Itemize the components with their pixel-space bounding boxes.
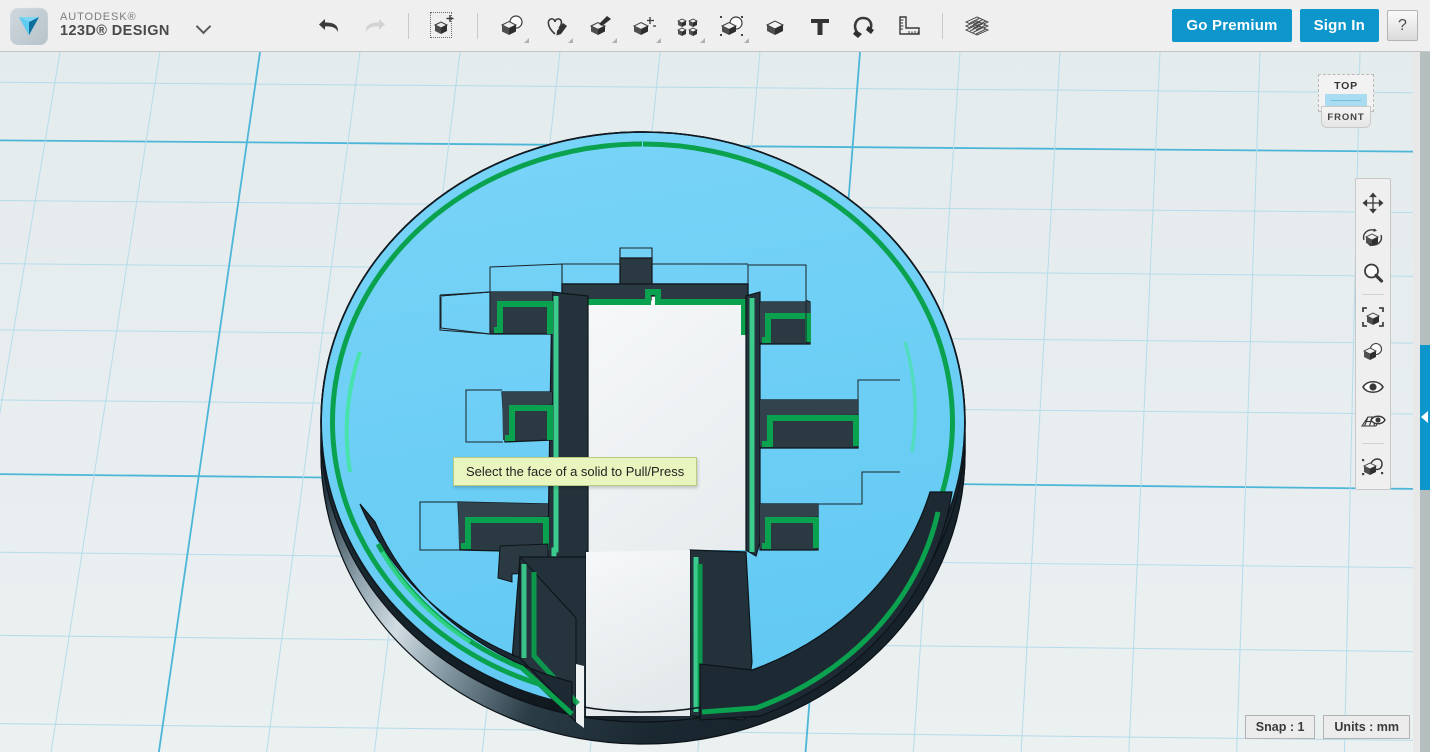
material-stack-icon [962, 13, 992, 39]
pattern-button[interactable] [669, 6, 707, 46]
top-toolbar: AUTODESK® 123D® DESIGN [0, 0, 1430, 52]
fit-to-view-icon [1361, 306, 1385, 328]
primitives-button[interactable] [493, 6, 531, 46]
brand-area: AUTODESK® 123D® DESIGN [0, 7, 212, 45]
transform-cube-icon [429, 13, 457, 39]
text-button[interactable] [801, 6, 839, 46]
dropdown-caret-icon [656, 38, 661, 43]
toolbar-separator [942, 13, 943, 39]
dropdown-caret-icon [524, 38, 529, 43]
snap-setting[interactable]: Snap : 1 [1245, 715, 1316, 739]
undo-arrow-icon [317, 15, 343, 37]
measure-solid-button[interactable] [757, 6, 795, 46]
eye-visibility-icon [1361, 378, 1385, 396]
redo-arrow-icon [361, 15, 387, 37]
ruler-measure-icon [894, 13, 922, 39]
rail-divider [1362, 294, 1384, 295]
toolbar-separator [408, 13, 409, 39]
cube-sphere-icon [498, 13, 526, 39]
snap-cube-icon [1361, 455, 1385, 477]
view-cube-front-label: FRONT [1327, 112, 1364, 123]
go-premium-button[interactable]: Go Premium [1172, 9, 1291, 42]
autodesk-123d-logo-icon [10, 7, 48, 45]
combine-boolean-icon [718, 13, 746, 39]
modify-button[interactable] [625, 6, 663, 46]
zoom-button[interactable] [1356, 255, 1390, 290]
brand-title: AUTODESK® 123D® DESIGN [60, 11, 170, 40]
chevron-down-icon[interactable] [196, 18, 212, 34]
sign-in-button[interactable]: Sign In [1300, 9, 1379, 42]
magnet-snap-icon [850, 13, 878, 39]
pull-press-hint-tooltip: Select the face of a solid to Pull/Press [453, 457, 697, 486]
rail-divider [1362, 443, 1384, 444]
construct-loft-icon [586, 13, 614, 39]
dropdown-caret-icon [568, 38, 573, 43]
orbit-button[interactable] [1356, 220, 1390, 255]
pan-button[interactable] [1356, 185, 1390, 220]
navigation-toolbar [1355, 178, 1391, 490]
brand-product: 123D® DESIGN [60, 23, 170, 40]
toolbar-separator [477, 13, 478, 39]
dropdown-caret-icon [744, 38, 749, 43]
pattern-grid-icon [674, 13, 702, 39]
help-button[interactable]: ? [1387, 10, 1418, 41]
status-bar: Snap : 1 Units : mm [1245, 715, 1410, 739]
undo-button[interactable] [311, 6, 349, 46]
dropdown-caret-icon [612, 38, 617, 43]
view-style-button[interactable] [1356, 334, 1390, 369]
fit-button[interactable] [1356, 299, 1390, 334]
text-tool-icon [806, 13, 834, 39]
history-group [308, 6, 396, 46]
view-cube-top-label: TOP [1334, 80, 1358, 92]
view-cube-front-face[interactable]: FRONT [1321, 106, 1371, 128]
viewport-canvas[interactable]: Select the face of a solid to Pull/Press… [0, 52, 1413, 752]
application-window: AUTODESK® 123D® DESIGN [0, 0, 1430, 752]
construct-button[interactable] [581, 6, 619, 46]
sketch-pen-icon [542, 13, 570, 39]
visibility-button[interactable] [1356, 369, 1390, 404]
modify-cube-icon [630, 13, 658, 39]
snap-tool-button[interactable] [1356, 448, 1390, 483]
snap-button[interactable] [845, 6, 883, 46]
brand-company: AUTODESK® [60, 11, 170, 24]
transform-button[interactable] [424, 6, 462, 46]
shaded-cube-icon [1361, 341, 1385, 363]
redo-button[interactable] [355, 6, 393, 46]
dropdown-caret-icon [700, 38, 705, 43]
view-cube[interactable]: TOP FRONT [1315, 74, 1377, 136]
grouping-button[interactable] [713, 6, 751, 46]
grid-eye-icon [1360, 412, 1386, 432]
materials-button[interactable] [958, 6, 996, 46]
right-panel-toggle[interactable] [1420, 345, 1430, 490]
account-actions: Go Premium Sign In ? [1172, 9, 1430, 42]
solid-cube-icon [762, 13, 790, 39]
keyed-disc-model[interactable] [0, 52, 1413, 752]
units-setting[interactable]: Units : mm [1323, 715, 1410, 739]
magnifier-zoom-icon [1362, 262, 1384, 284]
sketch-button[interactable] [537, 6, 575, 46]
orbit-rotate-icon [1361, 227, 1385, 249]
measure-button[interactable] [889, 6, 927, 46]
pan-move-icon [1362, 192, 1384, 214]
grid-view-button[interactable] [1356, 404, 1390, 439]
